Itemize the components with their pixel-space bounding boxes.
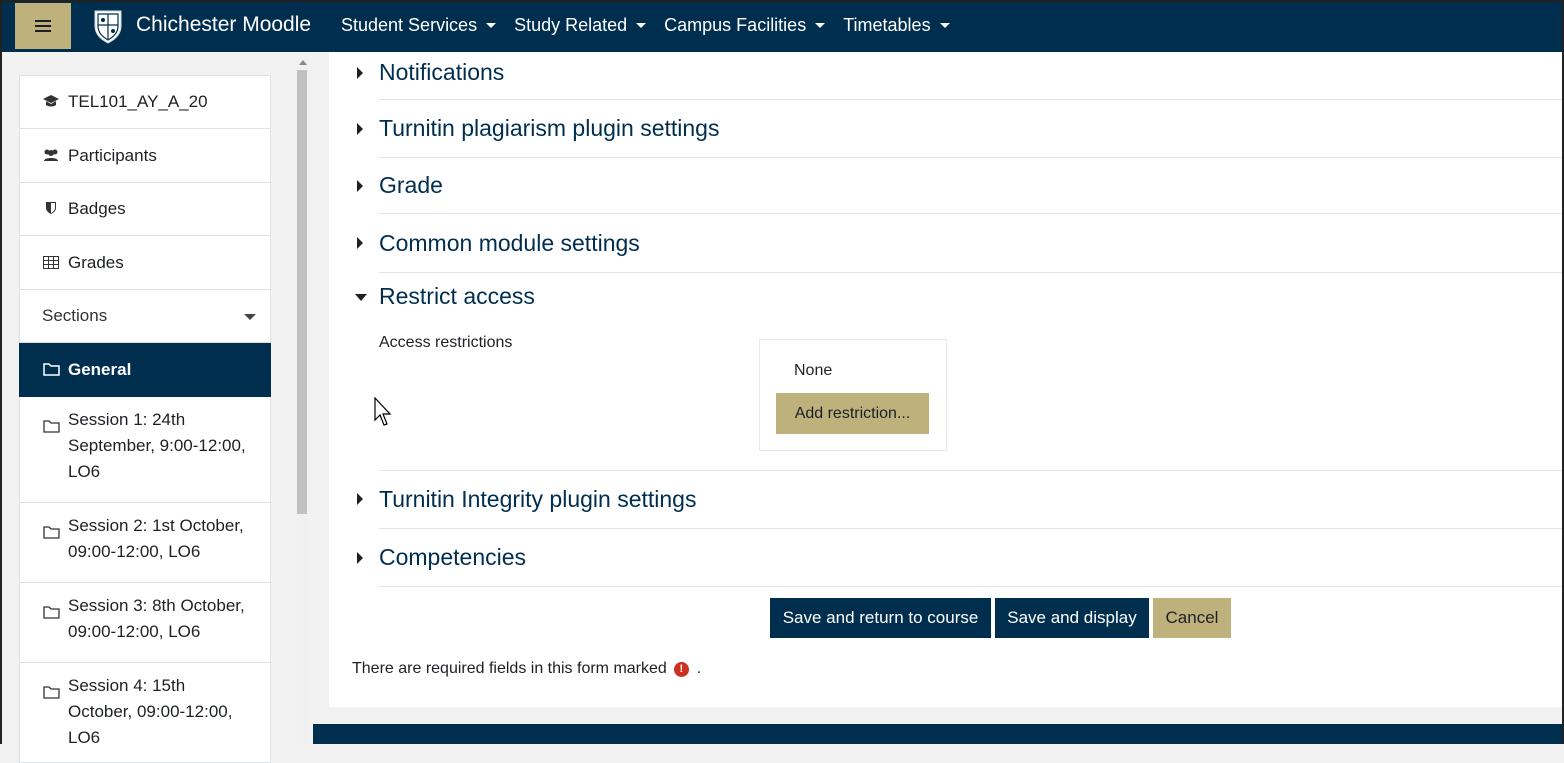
sidebar-item-label: TEL101_AY_A_20 (68, 92, 208, 111)
table-icon (42, 253, 60, 271)
sidebar-item-session-4[interactable]: Session 4: 15th October, 09:00-12:00, LO… (19, 663, 271, 763)
section-title: Common module settings (379, 229, 640, 256)
sidebar-item-participants[interactable]: Participants (19, 129, 271, 183)
cancel-button[interactable]: Cancel (1153, 598, 1231, 638)
section-competencies[interactable]: Competencies (357, 529, 1562, 587)
users-icon (42, 146, 60, 164)
menu-label: Campus Facilities (664, 15, 807, 35)
required-note-text: There are required fields in this form m… (352, 660, 667, 677)
sidebar-item-label: Grades (68, 253, 124, 272)
sidebar-item-badges[interactable]: Badges (19, 183, 271, 236)
save-and-return-button[interactable]: Save and return to course (770, 598, 991, 638)
shield-icon (42, 199, 60, 217)
collapsed-arrow-icon (357, 66, 363, 79)
menu-study-related[interactable]: Study Related (514, 15, 647, 36)
top-navbar: Chichester Moodle Student Services Study… (2, 2, 1562, 52)
availability-box: None Add restriction... (759, 339, 947, 451)
section-grade[interactable]: Grade (357, 158, 1562, 214)
collapsed-arrow-icon (357, 551, 363, 564)
sidebar-item-label: Participants (68, 146, 157, 165)
form-buttons: Save and return to course Save and displ… (770, 598, 1235, 638)
caret-down-icon (815, 23, 826, 28)
section-title: Grade (379, 172, 443, 198)
sidebar-item-session-2[interactable]: Session 2: 1st October, 09:00-12:00, LO6 (19, 503, 271, 583)
restrict-access-body: Access restrictions None Add restriction… (379, 320, 1562, 471)
caret-down-icon (244, 314, 256, 320)
section-title: Competencies (379, 544, 527, 570)
sidebar-item-label: General (68, 360, 132, 379)
add-restriction-button[interactable]: Add restriction... (776, 393, 929, 434)
section-turnitin-integrity[interactable]: Turnitin Integrity plugin settings (357, 470, 1562, 529)
hamburger-icon (35, 20, 51, 32)
menu-student-services[interactable]: Student Services (341, 15, 497, 36)
drawer-list: TEL101_AY_A_20 Participants Badges Grade… (19, 75, 271, 763)
menu-label: Timetables (843, 15, 931, 35)
sidebar-item-session-1[interactable]: Session 1: 24th September, 9:00-12:00, L… (19, 397, 271, 503)
sidebar-item-label: Session 3: 8th October, 09:00-12:00, LO6 (68, 596, 245, 641)
collapsed-arrow-icon (357, 179, 363, 192)
page-footer (313, 724, 1562, 744)
sidebar-item-label: Sections (42, 306, 108, 325)
section-common-module[interactable]: Common module settings (357, 214, 1562, 273)
folder-icon (42, 360, 60, 378)
section-turnitin-plagiarism[interactable]: Turnitin plagiarism plugin settings (357, 100, 1562, 158)
collapsed-arrow-icon (357, 237, 363, 249)
caret-down-icon (486, 23, 497, 28)
menu-timetables[interactable]: Timetables (843, 15, 950, 36)
folder-icon (42, 523, 60, 541)
nav-drawer: TEL101_AY_A_20 Participants Badges Grade… (2, 52, 314, 763)
required-exclamation-icon: ! (673, 661, 689, 677)
caret-down-icon (636, 23, 647, 28)
caret-down-icon (939, 23, 950, 28)
mouse-pointer-icon (374, 397, 392, 426)
main-region: Notifications Turnitin plagiarism plugin… (329, 52, 1562, 707)
drawer-toggle-button[interactable] (15, 3, 71, 49)
section-title: Turnitin Integrity plugin settings (379, 485, 697, 512)
sidebar-item-grades[interactable]: Grades (19, 236, 271, 290)
required-note-suffix: . (696, 660, 702, 677)
menu-label: Student Services (341, 15, 478, 35)
site-name[interactable]: Chichester Moodle (136, 13, 311, 37)
scroll-up-arrow-icon[interactable] (299, 60, 307, 65)
collapsed-arrow-icon (357, 122, 363, 135)
folder-icon (42, 417, 60, 435)
sidebar-item-label: Session 2: 1st October, 09:00-12:00, LO6 (68, 516, 244, 561)
collapsed-arrow-icon (357, 493, 363, 505)
save-and-display-button[interactable]: Save and display (995, 598, 1149, 638)
expanded-arrow-icon (355, 293, 367, 301)
menu-label: Study Related (514, 15, 628, 35)
section-title: Restrict access (379, 283, 535, 309)
folder-icon (42, 683, 60, 701)
custom-menu: Student Services Study Related Campus Fa… (341, 15, 968, 36)
sidebar-item-general[interactable]: General (19, 343, 271, 397)
folder-icon (42, 603, 60, 621)
no-restrictions-text: None (794, 362, 833, 379)
section-notifications[interactable]: Notifications (357, 46, 1562, 100)
section-title: Turnitin plagiarism plugin settings (379, 115, 720, 141)
section-title: Notifications (379, 59, 505, 85)
sidebar-item-course[interactable]: TEL101_AY_A_20 (19, 75, 271, 129)
menu-campus-facilities[interactable]: Campus Facilities (664, 15, 826, 36)
sidebar-item-label: Badges (68, 199, 126, 218)
sidebar-item-label: Session 1: 24th September, 9:00-12:00, L… (68, 410, 246, 481)
university-crest-icon[interactable] (92, 8, 124, 44)
section-restrict-access[interactable]: Restrict access (355, 273, 1562, 320)
sidebar-item-session-3[interactable]: Session 3: 8th October, 09:00-12:00, LO6 (19, 583, 271, 663)
access-restrictions-label: Access restrictions (379, 334, 513, 351)
sidebar-item-sections[interactable]: Sections (19, 290, 271, 343)
sidebar-item-label: Session 4: 15th October, 09:00-12:00, LO… (68, 676, 233, 747)
required-fields-note: There are required fields in this form m… (352, 660, 701, 678)
graduation-cap-icon (42, 92, 60, 110)
drawer-scrollbar-thumb[interactable] (297, 70, 307, 514)
